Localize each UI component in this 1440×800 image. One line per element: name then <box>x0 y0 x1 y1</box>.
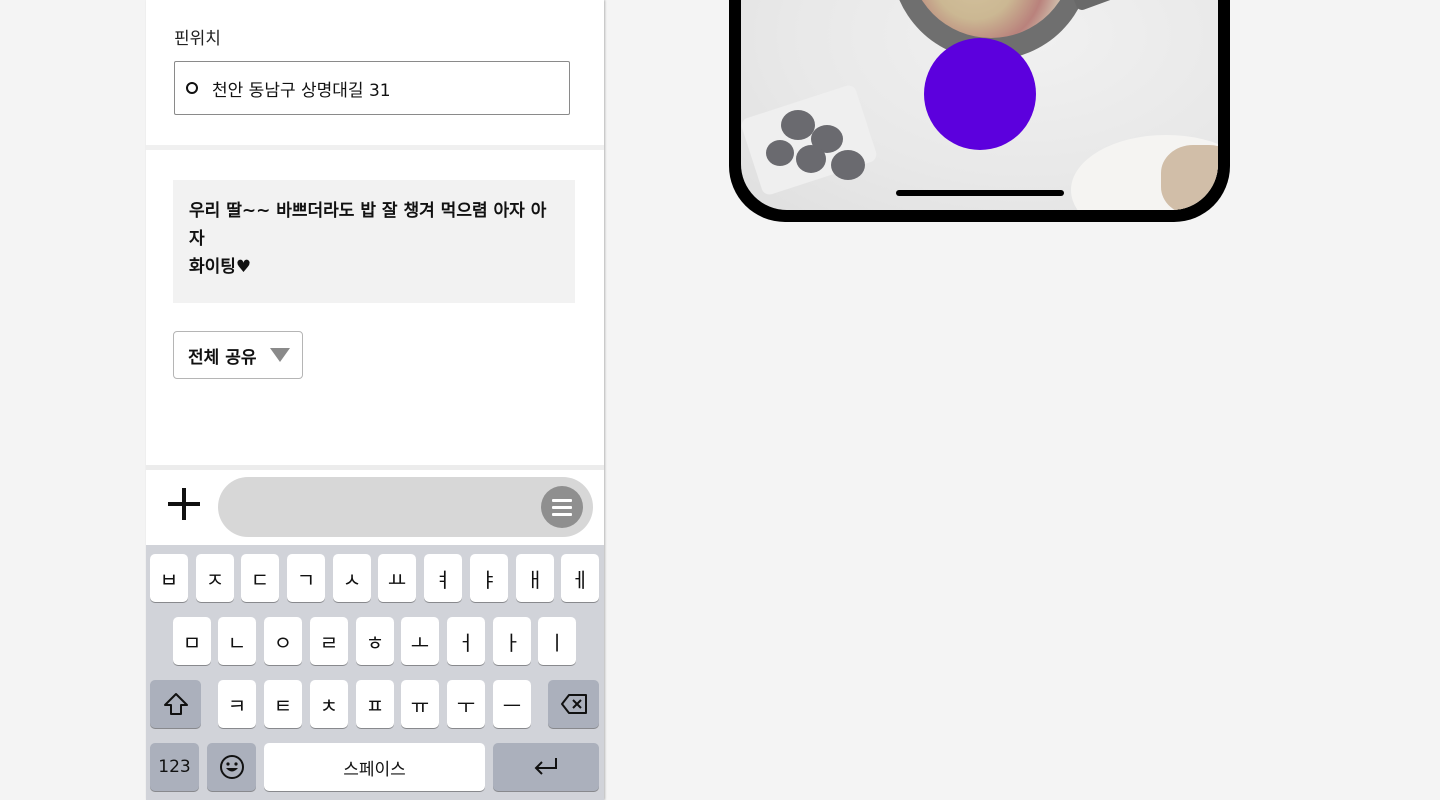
add-attachment-button[interactable] <box>168 488 200 520</box>
key-r1-1[interactable]: ㅂ <box>150 554 188 602</box>
pin-location-label: 핀위치 <box>174 29 221 49</box>
key-r2-5[interactable]: ㅎ <box>356 617 394 665</box>
post-editor-panel: 핀위치 천안 동남구 상명대길 31 우리 딸~~ 바쁘더라도 밥 잘 챙겨 먹… <box>146 0 604 800</box>
memo-line-2: 화이팅♥ <box>189 257 252 277</box>
key-r1-9[interactable]: ㅐ <box>516 554 554 602</box>
key-r3-3[interactable]: ㅊ <box>310 680 348 728</box>
key-r3-1[interactable]: ㅋ <box>218 680 256 728</box>
address-field[interactable]: 천안 동남구 상명대길 31 <box>174 61 570 115</box>
key-r2-7[interactable]: ㅓ <box>447 617 485 665</box>
key-r1-7[interactable]: ㅕ <box>424 554 462 602</box>
numbers-key[interactable]: 123 <box>150 743 199 791</box>
menu-icon-line <box>552 499 572 502</box>
key-r2-8[interactable]: ㅏ <box>493 617 531 665</box>
menu-button[interactable] <box>541 486 583 528</box>
menu-icon-line <box>552 513 572 516</box>
key-r1-10[interactable]: ㅔ <box>561 554 599 602</box>
key-r1-2[interactable]: ㅈ <box>196 554 234 602</box>
backspace-key[interactable] <box>548 680 599 728</box>
shift-arrow-icon <box>163 693 188 715</box>
key-r2-3[interactable]: ㅇ <box>264 617 302 665</box>
key-r3-7[interactable]: ㅡ <box>493 680 531 728</box>
purple-circle[interactable] <box>924 38 1036 150</box>
key-r1-3[interactable]: ㄷ <box>241 554 279 602</box>
key-r3-4[interactable]: ㅍ <box>356 680 394 728</box>
location-dot-icon <box>186 82 198 94</box>
key-r1-5[interactable]: ㅅ <box>333 554 371 602</box>
section-divider <box>146 145 604 150</box>
food-photo <box>741 0 1218 210</box>
key-r3-6[interactable]: ㅜ <box>447 680 485 728</box>
home-indicator <box>896 190 1064 196</box>
backspace-icon <box>560 694 587 714</box>
key-r2-9[interactable]: ㅣ <box>538 617 576 665</box>
return-icon <box>534 758 557 775</box>
phone-preview-frame <box>729 0 1230 222</box>
key-r2-2[interactable]: ㄴ <box>218 617 256 665</box>
memo-line-1: 우리 딸~~ 바쁘더라도 밥 잘 챙겨 먹으렴 아자 아자 <box>189 201 547 249</box>
key-r3-5[interactable]: ㅠ <box>401 680 439 728</box>
key-r2-4[interactable]: ㄹ <box>310 617 348 665</box>
key-r3-2[interactable]: ㅌ <box>264 680 302 728</box>
key-r1-6[interactable]: ㅛ <box>378 554 416 602</box>
composer-divider <box>146 465 604 470</box>
caret-down-icon <box>270 348 291 362</box>
message-input[interactable] <box>218 477 593 537</box>
shift-key[interactable] <box>150 680 201 728</box>
key-r1-4[interactable]: ㄱ <box>287 554 325 602</box>
key-r2-6[interactable]: ㅗ <box>401 617 439 665</box>
key-r2-1[interactable]: ㅁ <box>173 617 211 665</box>
address-text: 천안 동남구 상명대길 31 <box>212 80 391 101</box>
emoji-key[interactable] <box>207 743 256 791</box>
share-scope-select[interactable]: 전체 공유 <box>173 331 303 379</box>
key-r1-8[interactable]: ㅑ <box>470 554 508 602</box>
share-scope-value: 전체 공유 <box>188 347 257 368</box>
return-key[interactable] <box>493 743 599 791</box>
menu-icon-line <box>552 506 572 509</box>
space-key[interactable]: 스페이스 <box>264 743 485 791</box>
memo-textarea[interactable]: 우리 딸~~ 바쁘더라도 밥 잘 챙겨 먹으렴 아자 아자 화이팅♥ <box>173 180 575 303</box>
emoji-icon <box>219 755 244 779</box>
korean-keyboard: ㅂ ㅈ ㄷ ㄱ ㅅ ㅛ ㅕ ㅑ ㅐ ㅔ ㅁ ㄴ ㅇ ㄹ ㅎ ㅗ ㅓ ㅏ ㅣ ㅋ … <box>146 545 604 800</box>
